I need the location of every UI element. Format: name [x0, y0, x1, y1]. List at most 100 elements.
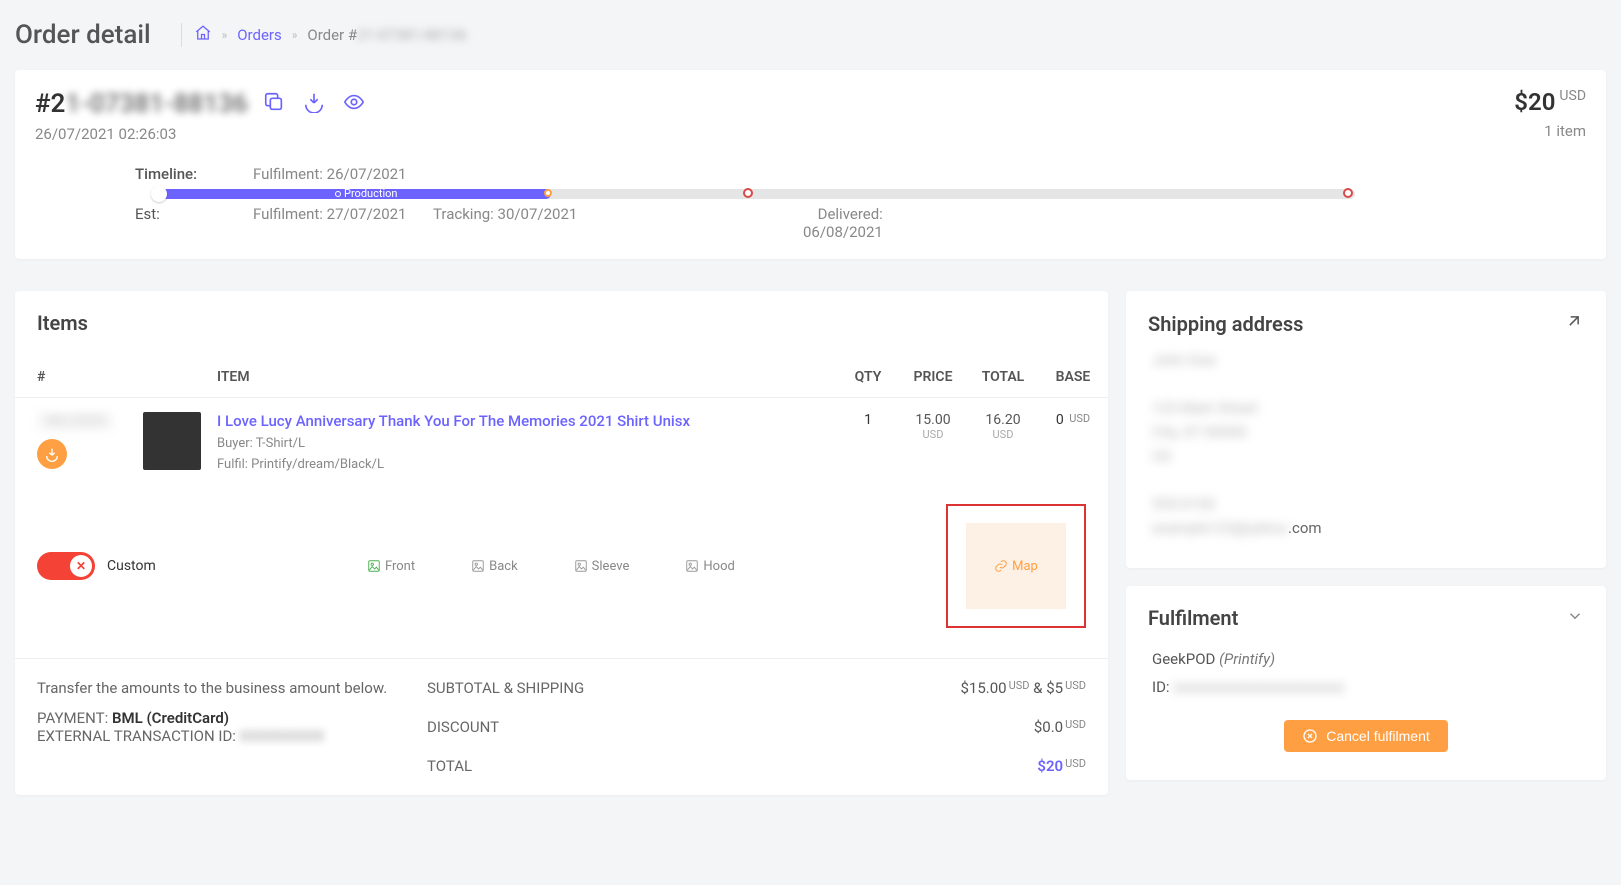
order-item-count: 1 item — [1514, 122, 1586, 140]
image-icon — [685, 559, 699, 573]
item-thumbnail[interactable] — [143, 412, 201, 470]
ship-line2: City, ST 00000 — [1152, 420, 1580, 444]
design-section: ✕ Custom Front Back Sleeve — [15, 488, 1108, 659]
cancel-icon — [1302, 728, 1318, 744]
design-hood-label: Hood — [703, 559, 734, 574]
est-delivered: Delivered: 06/08/2021 — [803, 205, 883, 241]
fulfilment-title: Fulfilment — [1148, 606, 1238, 630]
est-fulfilment: Fulfilment: 27/07/2021 — [253, 205, 433, 223]
table-header-row: # ITEM QTY PRICE TOTAL BASE — [15, 357, 1108, 398]
page-header: Order detail » Orders » Order #21-07381-… — [0, 0, 1621, 60]
subtotal-label: SUBTOTAL & SHIPPING — [427, 679, 926, 697]
breadcrumb-prefix: Order # — [307, 26, 357, 44]
fulfilment-id: xxxxxxxxxxxxxxxxxxxxxxx — [1173, 678, 1344, 696]
design-sleeve[interactable]: Sleeve — [574, 559, 630, 574]
order-total-block: $20USD 1 item — [1514, 88, 1586, 140]
progress-marker-delivered — [1343, 188, 1353, 198]
design-back[interactable]: Back — [471, 559, 518, 574]
payment-line: PAYMENT: BML (CreditCard) EXTERNAL TRANS… — [37, 709, 417, 745]
design-front-label: Front — [385, 559, 415, 574]
grand-total-value: $20USD — [936, 757, 1086, 775]
ship-line3: US — [1152, 444, 1580, 468]
subtotal-value: $15.00USD & $5USD — [936, 679, 1086, 697]
ordnum-prefix: #2 — [35, 89, 65, 119]
home-icon[interactable] — [194, 24, 212, 46]
th-price: PRICE — [898, 357, 968, 398]
est-label: Est: — [135, 205, 253, 223]
shipping-card: Shipping address John Doe 123 Main Stree… — [1126, 291, 1606, 568]
map-label: Map — [1012, 559, 1038, 574]
ship-phone: 555-0100 — [1152, 492, 1580, 516]
fulfilment-provider: GeekPOD (Printify) — [1152, 650, 1580, 668]
custom-toggle[interactable]: ✕ — [37, 552, 95, 580]
design-back-label: Back — [489, 559, 518, 574]
breadcrumb-id: 21-07381-88136 — [357, 26, 466, 44]
breadcrumb-sep: » — [222, 28, 228, 42]
cancel-button-label: Cancel fulfilment — [1326, 728, 1430, 744]
image-icon — [367, 559, 381, 573]
ship-line1: 123 Main Street — [1152, 396, 1580, 420]
row-qty: 1 — [838, 398, 898, 489]
image-icon — [574, 559, 588, 573]
discount-value: $0.0USD — [936, 718, 1086, 736]
th-base: BASE — [1038, 357, 1108, 398]
order-summary-card: #21-07381-88136 26/07/2021 02:26:03 $20U… — [15, 70, 1606, 259]
breadcrumb-sep: » — [292, 28, 298, 42]
th-qty: QTY — [838, 357, 898, 398]
map-button[interactable]: Map — [966, 523, 1066, 609]
row-download-button[interactable] — [37, 439, 67, 469]
chevron-down-icon[interactable] — [1566, 606, 1584, 630]
design-hood[interactable]: Hood — [685, 559, 734, 574]
transfer-note: Transfer the amounts to the business amo… — [37, 679, 417, 697]
ship-name: John Doe — [1152, 348, 1580, 372]
ship-email: example123@yahoo.com — [1152, 516, 1580, 540]
item-buyer: Buyer: T-Shirt/L — [217, 436, 830, 451]
th-num: # — [15, 357, 135, 398]
open-external-icon[interactable] — [1564, 311, 1584, 336]
design-sleeve-label: Sleeve — [592, 559, 630, 574]
order-date: 26/07/2021 02:26:03 — [35, 125, 368, 143]
est-delivered-label: Delivered: — [803, 205, 883, 223]
th-item: ITEM — [209, 357, 838, 398]
row-price: 15.00 USD — [898, 398, 968, 489]
view-icon[interactable] — [340, 88, 368, 119]
ordnum-hidden: 1-07381-88136 — [65, 89, 247, 119]
shipping-title: Shipping address — [1148, 312, 1303, 336]
totals-section: Transfer the amounts to the business amo… — [15, 659, 1108, 795]
design-front[interactable]: Front — [367, 559, 415, 574]
cancel-fulfilment-button[interactable]: Cancel fulfilment — [1284, 720, 1448, 752]
breadcrumb-orders[interactable]: Orders — [237, 26, 282, 44]
order-total-currency: USD — [1559, 88, 1586, 104]
timeline: Timeline: Fulfilment: 26/07/2021 Product… — [135, 165, 1586, 241]
copy-icon[interactable] — [260, 88, 288, 119]
shipping-body: John Doe 123 Main Street City, ST 00000 … — [1126, 348, 1606, 568]
items-title: Items — [15, 291, 1108, 347]
order-total-amount: $20 — [1514, 88, 1555, 116]
progress-knob — [151, 186, 167, 202]
fulfilment-card: Fulfilment GeekPOD (Printify) ID: xxxxxx… — [1126, 586, 1606, 780]
progress-stage-text: Production — [344, 187, 397, 200]
link-icon — [994, 559, 1008, 573]
order-number: #21-07381-88136 — [35, 88, 368, 119]
items-card: Items # ITEM QTY PRICE TOTAL BASE — [15, 291, 1108, 795]
fulfilment-body: GeekPOD (Printify) ID: xxxxxxxxxxxxxxxxx… — [1126, 642, 1606, 780]
breadcrumb: » Orders » Order #21-07381-88136 — [181, 23, 467, 47]
est-tracking: Tracking: 30/07/2021 — [433, 205, 803, 223]
progress-current-marker — [544, 189, 552, 197]
ext-label: EXTERNAL TRANSACTION ID: — [37, 727, 240, 745]
progress-stage-label: Production — [335, 187, 397, 200]
progress-marker-tracking — [743, 188, 753, 198]
row-total: 16.20 USD — [968, 398, 1038, 489]
download-icon[interactable] — [300, 88, 328, 119]
page-title: Order detail — [15, 20, 151, 50]
image-icon — [471, 559, 485, 573]
est-delivered-date: 06/08/2021 — [803, 223, 883, 241]
items-table: # ITEM QTY PRICE TOTAL BASE SKU-XXXX — [15, 357, 1108, 488]
timeline-label: Timeline: — [135, 165, 253, 183]
row-sku: SKU-XXXX — [37, 412, 114, 431]
timeline-fulfilment: Fulfilment: 26/07/2021 — [253, 165, 406, 183]
ext-value: XXXXXXXXX — [240, 727, 325, 745]
item-title-link[interactable]: I Love Lucy Anniversary Thank You For Th… — [217, 412, 690, 430]
payment-value: BML (CreditCard) — [112, 709, 229, 727]
row-base: 0 USD — [1038, 398, 1108, 489]
